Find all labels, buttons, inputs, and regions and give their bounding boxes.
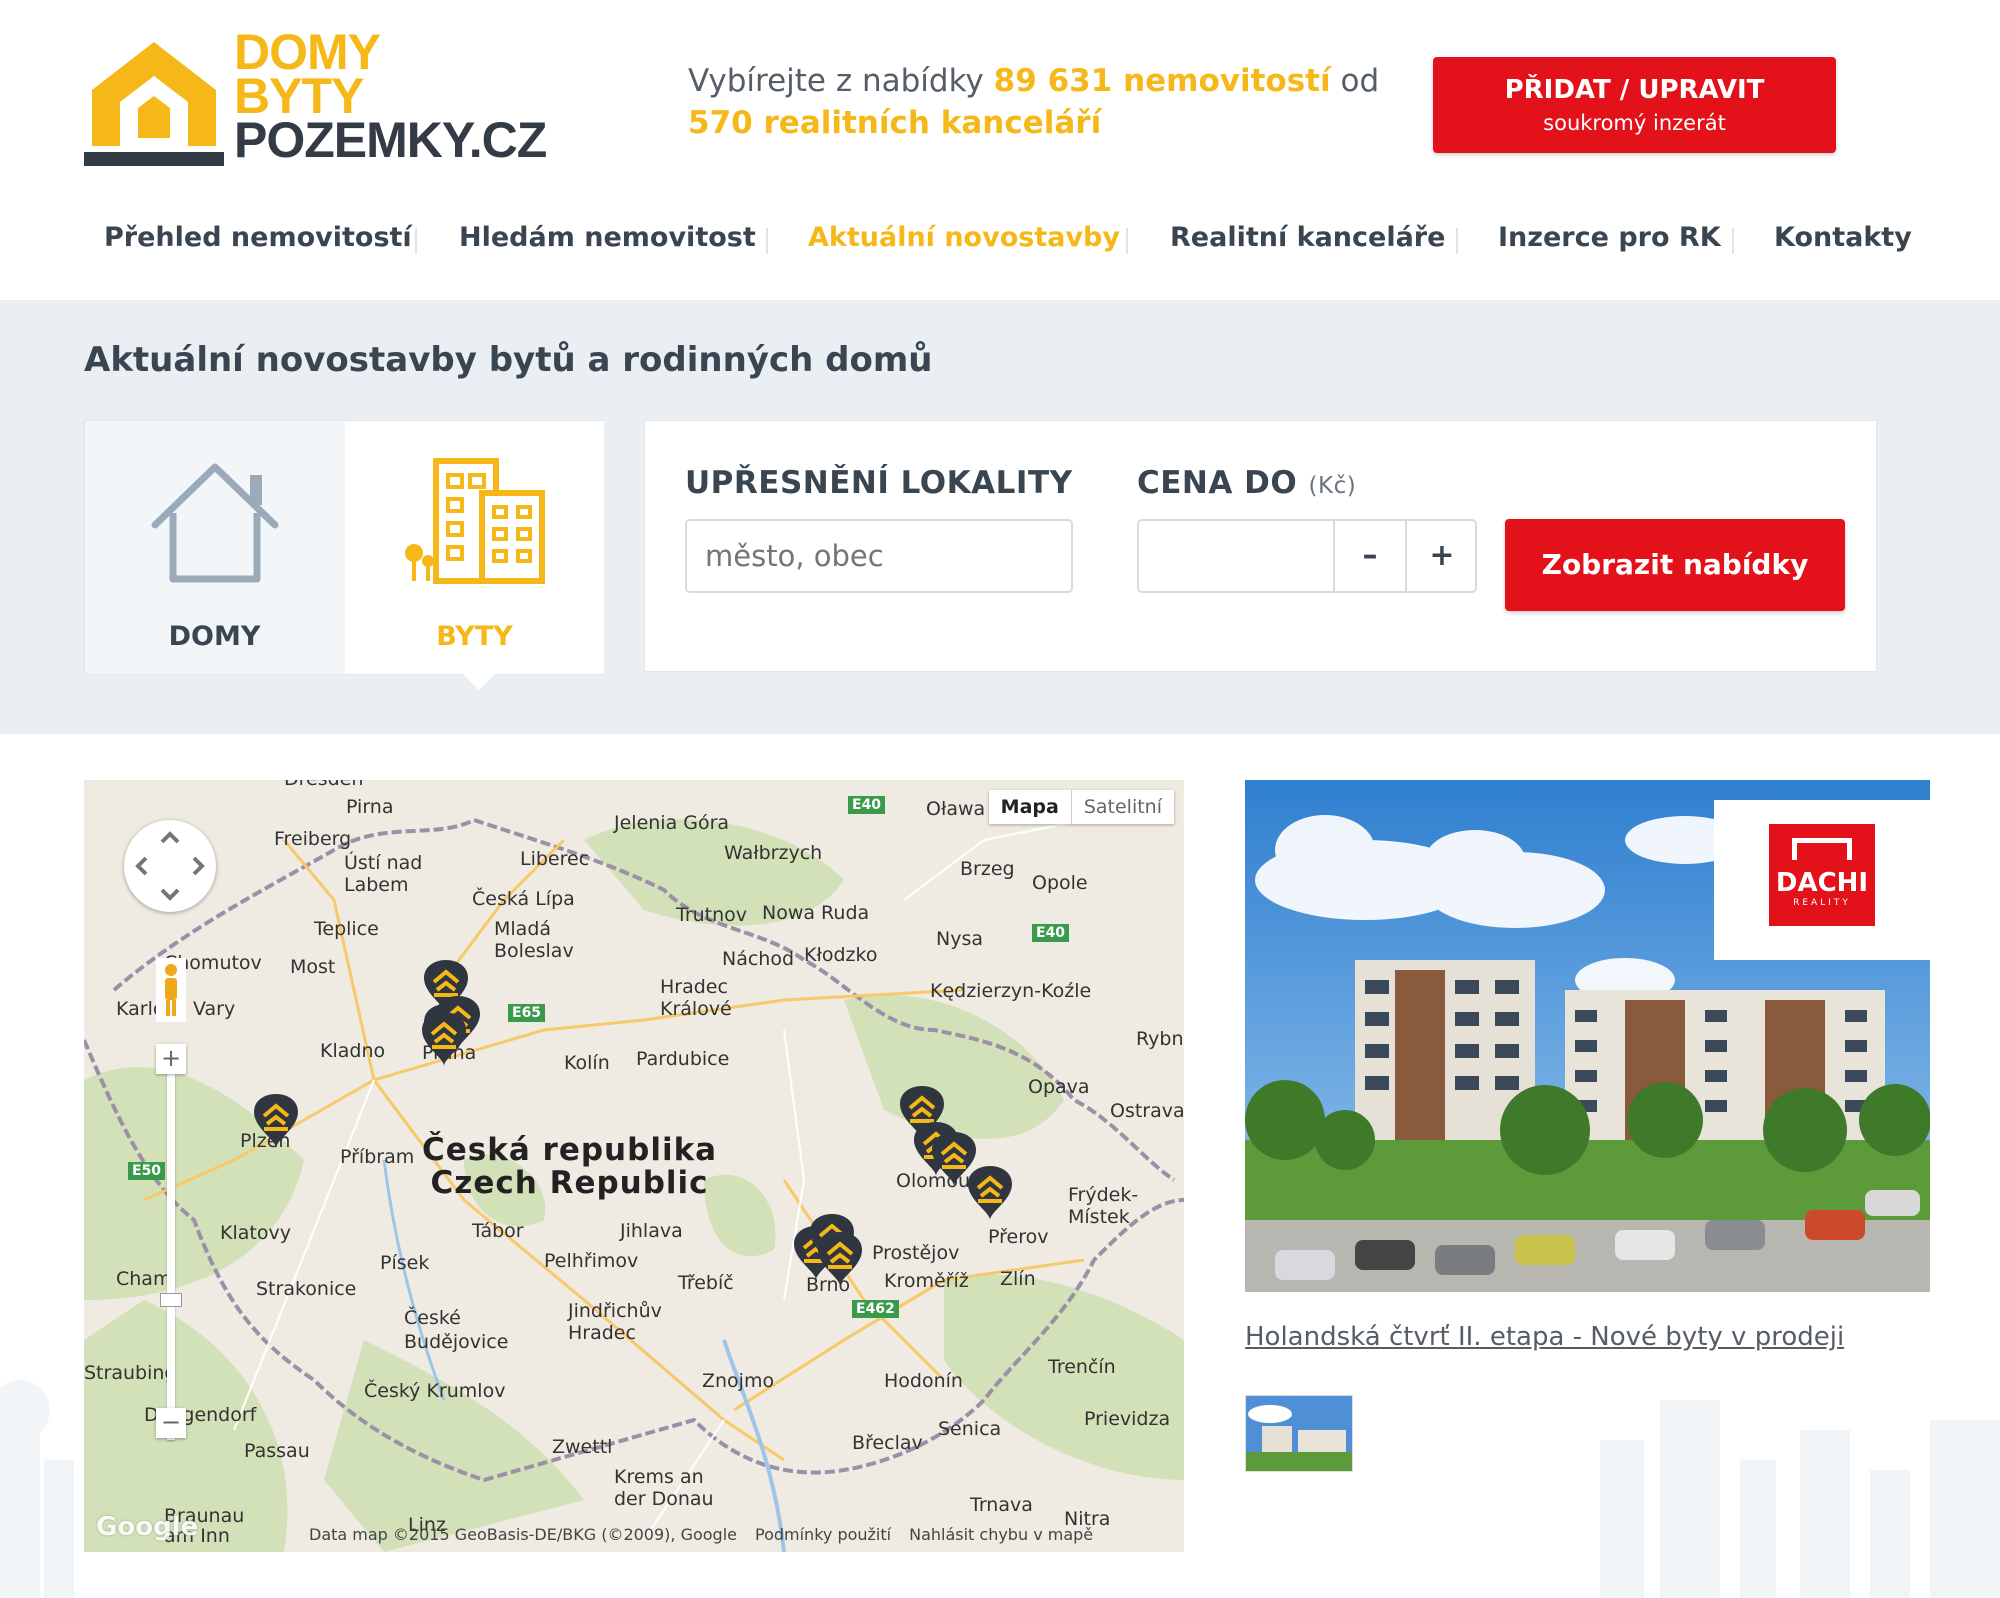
map-marker[interactable] [252,1092,300,1150]
pan-arrows-icon [135,831,205,901]
zoom-slider-handle[interactable] [160,1293,182,1307]
nav-divider [415,228,417,254]
price-stepper: – + [1137,519,1477,593]
price-increase-button[interactable]: + [1405,521,1477,591]
add-listing-label: PŘIDAT / UPRAVIT [1504,75,1765,105]
property-map[interactable]: Dresden Pirna Freiberg Ústí nad Labem Li… [84,780,1184,1552]
agency-count: 570 realitních kanceláří [688,105,1102,141]
nav-divider [766,228,768,254]
map-type-control: Mapa Satelitní [988,790,1174,824]
zoom-out-button[interactable]: − [156,1408,186,1438]
house-icon [151,463,278,583]
search-filter: UPŘESNĚNÍ LOKALITY CENA DO (Kč) – + Zobr… [644,420,1877,672]
listing-count: 89 631 nemovitostí [993,63,1331,99]
google-logo: Google [96,1512,199,1542]
add-listing-sublabel: soukromý inzerát [1543,111,1726,135]
show-offers-button[interactable]: Zobrazit nabídky [1505,519,1845,611]
tagline-text-2: od [1330,63,1380,99]
dachi-badge: DACHI REALITY [1769,824,1875,926]
nav-divider [1732,228,1734,254]
site-logo[interactable]: DOMY BYTY POZEMKY.CZ [84,27,584,175]
nav-item-agencies[interactable]: Realitní kanceláře [1170,222,1445,253]
zoom-in-button[interactable]: + [156,1044,186,1074]
add-listing-button[interactable]: PŘIDAT / UPRAVIT soukromý inzerát [1433,57,1836,153]
price-unit: (Kč) [1308,473,1357,499]
zoom-slider-track[interactable] [167,1070,175,1440]
property-type-switch: DOMY BYTY [84,420,604,675]
price-decrease-button[interactable]: – [1333,521,1405,591]
thumbnail-photo [1246,1396,1352,1471]
map-data-attribution: Data map ©2015 GeoBasis-DE/BKG (©2009), … [309,1525,737,1544]
header: DOMY BYTY POZEMKY.CZ Vybírejte z nabídky… [0,0,2000,300]
nav-item-contacts[interactable]: Kontakty [1774,222,1912,253]
location-input[interactable] [685,519,1073,593]
price-label-text: CENA DO [1137,465,1298,501]
nav-divider [1456,228,1458,254]
map-marker[interactable] [966,1164,1014,1222]
apartment-building-icon [404,458,545,584]
map-marker[interactable] [420,1010,468,1068]
street-view-pegman-icon[interactable] [156,958,186,1022]
map-marker[interactable] [816,1230,864,1288]
type-option-houses[interactable]: DOMY [85,421,344,674]
page-title: Aktuální novostavby bytů a rodinných dom… [84,340,933,380]
nav-item-search[interactable]: Hledám nemovitost [459,222,756,253]
map-type-map-button[interactable]: Mapa [989,790,1072,824]
price-label: CENA DO (Kč) [1137,465,1356,501]
type-option-apartments[interactable]: BYTY [345,421,604,674]
promo-title-link[interactable]: Holandská čtvrť II. etapa - Nové byty v … [1245,1322,1844,1352]
nav-item-advertising[interactable]: Inzerce pro RK [1498,222,1721,253]
nav-item-new-builds[interactable]: Aktuální novostavby [808,222,1120,253]
page: DOMY BYTY POZEMKY.CZ Vybírejte z nabídky… [0,0,2000,1598]
house-logo-icon [84,42,224,166]
main-nav: Přehled nemovitostí Hledám nemovitost Ak… [84,222,1916,272]
location-label: UPŘESNĚNÍ LOKALITY [685,465,1073,501]
dachi-logo-text: DACHI [1775,868,1869,898]
map-report-link[interactable]: Nahlásit chybu v mapě [909,1525,1093,1544]
type-label-houses: DOMY [168,621,261,652]
map-markers [252,958,1014,1288]
map-type-satellite-button[interactable]: Satelitní [1072,790,1174,824]
price-input[interactable] [1139,521,1333,591]
promo-image[interactable]: DACHI REALITY [1245,780,1930,1292]
logo-line-pozemky: POZEMKY.CZ [234,112,547,168]
nav-item-overview[interactable]: Přehled nemovitostí [104,222,412,253]
map-pan-control[interactable] [124,820,216,912]
developer-logo: DACHI REALITY [1714,800,1930,960]
dachi-logo-subtext: REALITY [1793,898,1851,908]
promo-thumbnail[interactable] [1245,1395,1353,1472]
logo-text: DOMY BYTY POZEMKY.CZ [234,27,547,168]
tagline: Vybírejte z nabídky 89 631 nemovitostí o… [688,60,1379,144]
dachi-mark-icon [1792,838,1852,860]
map-terms-link[interactable]: Podmínky použití [755,1525,891,1544]
nav-divider [1126,228,1128,254]
type-label-apartments: BYTY [436,621,513,652]
selected-type-pointer [463,674,495,690]
tagline-text: Vybírejte z nabídky [688,63,994,99]
map-attribution: Data map ©2015 GeoBasis-DE/BKG (©2009), … [309,1525,1111,1544]
